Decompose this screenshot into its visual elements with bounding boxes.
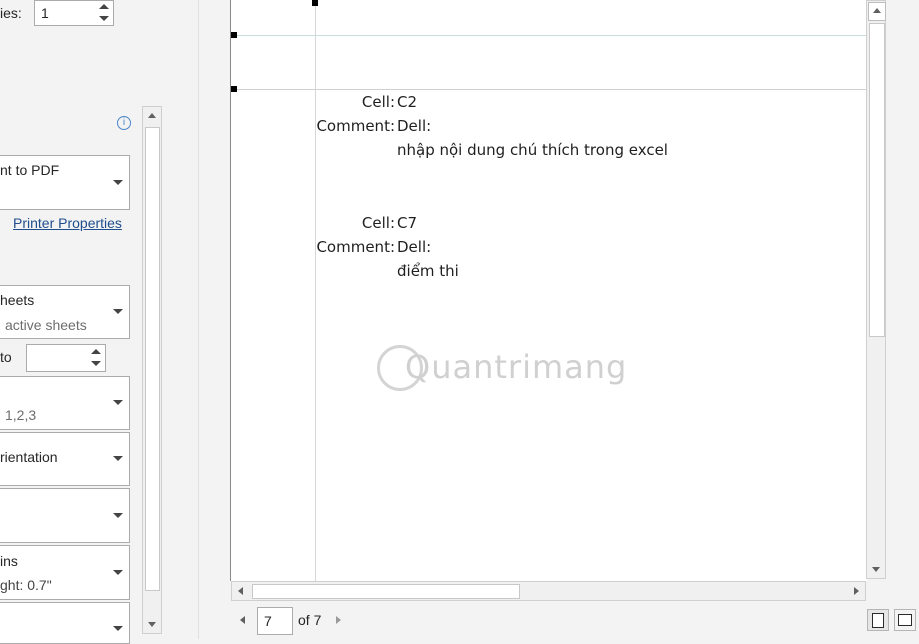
- page-number-value: 7: [264, 613, 272, 629]
- preview-vertical-scrollbar[interactable]: [866, 0, 886, 579]
- margin-line-vertical: [315, 0, 316, 581]
- pages-to-label: to: [0, 349, 12, 365]
- show-margins-icon[interactable]: [867, 609, 889, 631]
- printer-dropdown[interactable]: nt to PDF: [0, 155, 130, 210]
- scroll-right-icon[interactable]: [854, 587, 859, 595]
- watermark-text: Quantrimang: [405, 348, 628, 386]
- scroll-down-icon[interactable]: [148, 622, 156, 627]
- copies-value: 1: [41, 5, 49, 21]
- print-settings-panel: ies: 1 i nt to PDF Printer Properties he…: [0, 0, 199, 644]
- print-what-sub: active sheets: [5, 317, 87, 333]
- page-number-input[interactable]: 7: [257, 607, 293, 635]
- margins-dropdown[interactable]: ins ght: 0.7": [0, 545, 130, 600]
- chevron-down-icon: [113, 569, 123, 575]
- copies-stepper[interactable]: 1: [34, 0, 114, 26]
- settings-scrollbar[interactable]: [142, 106, 162, 634]
- chevron-down-icon: [113, 400, 123, 405]
- cell-value: C7: [397, 214, 418, 232]
- scroll-up-icon[interactable]: [148, 113, 156, 118]
- margin-handle[interactable]: [312, 0, 318, 6]
- printer-name: nt to PDF: [0, 162, 60, 178]
- collate-dropdown[interactable]: 1,2,3: [0, 376, 130, 430]
- scrollbar-thumb[interactable]: [145, 127, 160, 591]
- printer-properties-link[interactable]: Printer Properties: [13, 215, 122, 231]
- comment-label: Comment:: [316, 238, 395, 256]
- scroll-up-button[interactable]: [868, 2, 886, 21]
- orientation-title: rientation: [0, 449, 58, 465]
- comment-text: nhập nội dung chú thích trong excel: [397, 141, 668, 159]
- margins-title: ins: [0, 553, 18, 569]
- comment-author: Dell:: [397, 238, 432, 256]
- copies-down-icon[interactable]: [99, 16, 109, 21]
- print-what-title: heets: [0, 292, 35, 308]
- chevron-down-icon: [113, 626, 123, 631]
- zoom-to-page-icon[interactable]: [894, 609, 916, 631]
- cell-label: Cell:: [361, 214, 395, 232]
- chevron-down-icon: [113, 512, 123, 518]
- preview-horizontal-scrollbar[interactable]: [231, 581, 866, 601]
- header-line: [231, 89, 867, 90]
- cell-value: C2: [397, 93, 418, 111]
- margin-handle[interactable]: [231, 86, 237, 92]
- chevron-down-icon: [113, 309, 123, 314]
- margins-sub: ght: 0.7": [0, 577, 52, 593]
- pages-to-stepper[interactable]: [26, 344, 106, 372]
- print-what-dropdown[interactable]: heets active sheets: [0, 285, 130, 339]
- chevron-down-icon: [113, 179, 123, 185]
- scrollbar-thumb[interactable]: [869, 23, 885, 337]
- comment-author: Dell:: [397, 117, 432, 135]
- orientation-dropdown[interactable]: rientation: [0, 432, 130, 486]
- info-icon[interactable]: i: [117, 116, 131, 130]
- comment-text: điểm thi: [397, 262, 459, 280]
- scaling-dropdown[interactable]: [0, 602, 130, 644]
- cell-label: Cell:: [361, 93, 395, 111]
- scrollbar-thumb[interactable]: [252, 584, 520, 599]
- comment-label: Comment:: [316, 117, 395, 135]
- caret-left-icon[interactable]: [240, 616, 245, 624]
- paper-size-dropdown[interactable]: [0, 488, 130, 543]
- caret-right-icon[interactable]: [336, 616, 341, 624]
- margin-line-top: [231, 35, 867, 36]
- scroll-up-icon[interactable]: [873, 8, 881, 13]
- pages-to-down-icon[interactable]: [91, 361, 101, 366]
- pages-to-up-icon[interactable]: [91, 349, 101, 354]
- chevron-down-icon: [113, 456, 123, 461]
- margin-handle[interactable]: [231, 32, 237, 38]
- page-count-label: of 7: [298, 612, 322, 628]
- copies-label: ies:: [0, 5, 22, 21]
- copies-up-icon[interactable]: [99, 4, 109, 9]
- print-preview-page: Cell: C2 Comment: Dell: nhập nội dung ch…: [230, 0, 867, 581]
- scroll-left-icon[interactable]: [238, 587, 243, 595]
- scroll-down-icon[interactable]: [872, 567, 880, 572]
- collate-sub: 1,2,3: [5, 407, 37, 423]
